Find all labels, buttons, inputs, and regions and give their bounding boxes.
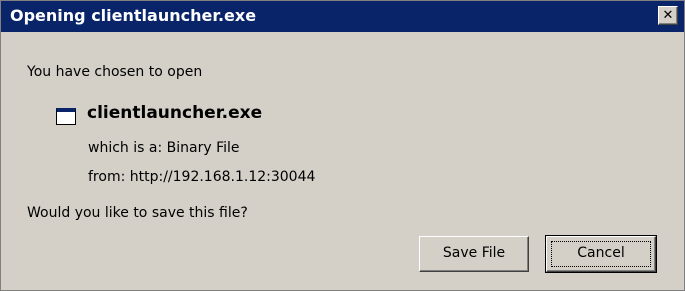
- file-source-value: http://192.168.1.12:30044: [129, 169, 316, 185]
- dialog-title: Opening clientlauncher.exe: [10, 6, 257, 25]
- file-source-label: from:: [88, 169, 126, 185]
- file-type-value: Binary File: [166, 140, 240, 156]
- close-icon: ✕: [662, 8, 674, 23]
- file-type-label: which is a:: [88, 140, 163, 156]
- save-file-button[interactable]: Save File: [419, 236, 529, 272]
- file-type-row: which is a: Binary File: [88, 140, 240, 156]
- application-window-icon: [56, 108, 76, 125]
- close-button[interactable]: ✕: [658, 6, 678, 25]
- file-name: clientlauncher.exe: [87, 103, 263, 123]
- cancel-button[interactable]: Cancel: [545, 235, 657, 273]
- save-question: Would you like to save this file?: [27, 205, 248, 221]
- title-bar[interactable]: Opening clientlauncher.exe ✕: [1, 1, 684, 32]
- download-dialog: Opening clientlauncher.exe ✕ You have ch…: [0, 0, 685, 291]
- file-source-row: from: http://192.168.1.12:30044: [88, 169, 315, 185]
- intro-text: You have chosen to open: [27, 64, 203, 80]
- cancel-button-label: Cancel: [577, 245, 625, 261]
